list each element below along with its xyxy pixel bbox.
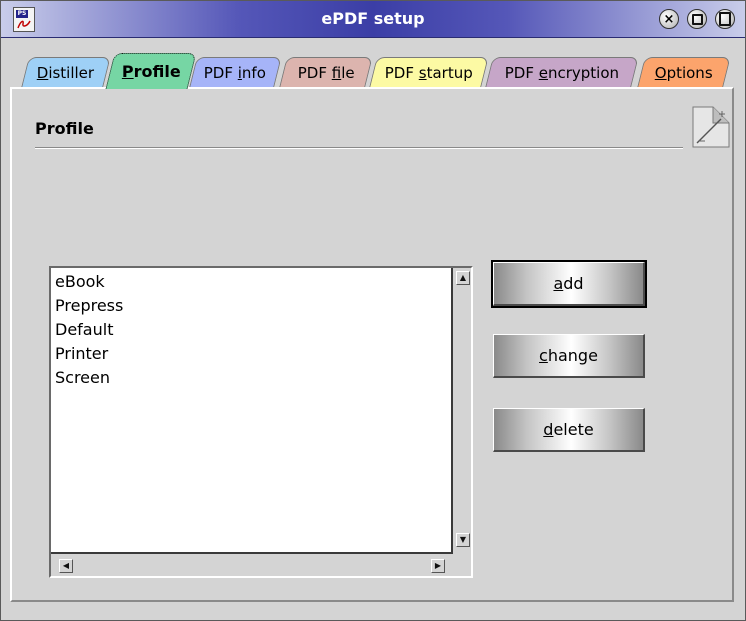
change-button-mnemonic: c <box>539 346 548 365</box>
tab-profile-mnemonic: P <box>121 62 134 81</box>
tab-pdf-file[interactable]: PDF file <box>279 57 373 87</box>
list-item[interactable]: Printer <box>55 344 108 364</box>
tab-options-label: ptions <box>666 63 713 82</box>
delete-button[interactable]: delete <box>493 408 645 452</box>
tab-pdf-encryption-prefix: PDF <box>504 63 539 82</box>
list-item[interactable]: Default <box>55 320 113 340</box>
title-divider <box>35 147 683 149</box>
tab-pdf-file-prefix: PDF <box>297 63 332 82</box>
change-button[interactable]: change <box>493 334 645 378</box>
tab-pdf-file-label: ile <box>340 63 355 82</box>
add-button[interactable]: add <box>491 260 647 308</box>
tab-profile-label: rofile <box>133 62 181 81</box>
tab-distiller[interactable]: Distiller <box>21 57 111 87</box>
scroll-down-icon[interactable]: ▼ <box>456 533 470 547</box>
vertical-scrollbar[interactable]: ▲ ▼ <box>455 268 471 554</box>
scroll-up-icon[interactable]: ▲ <box>456 271 470 285</box>
delete-button-mnemonic: d <box>543 420 554 439</box>
list-item[interactable]: Screen <box>55 368 110 388</box>
profile-list-content[interactable]: eBook Prepress Default Printer Screen <box>51 268 453 554</box>
window-title: ePDF setup <box>321 9 425 28</box>
tab-pdf-info-prefix: PDF <box>204 63 239 82</box>
tab-pdf-encryption-label: ncryption <box>547 63 620 82</box>
epdf-setup-window: PS ePDF setup × Distiller Profile PDF in… <box>0 0 746 621</box>
delete-button-label: elete <box>553 420 594 439</box>
tab-pdf-startup-mnemonic: s <box>418 63 427 82</box>
scroll-left-icon[interactable]: ◀ <box>59 559 73 573</box>
profile-list[interactable]: eBook Prepress Default Printer Screen ▲ … <box>49 266 473 578</box>
tab-pdf-encryption-mnemonic: e <box>538 63 548 82</box>
tab-pdf-startup-prefix: PDF <box>384 63 419 82</box>
tab-distiller-mnemonic: D <box>37 63 49 82</box>
tab-options[interactable]: Options <box>637 57 731 87</box>
page-title: Profile <box>35 119 94 138</box>
list-item[interactable]: Prepress <box>55 296 123 316</box>
scroll-right-icon[interactable]: ▶ <box>431 559 445 573</box>
title-bar[interactable]: PS ePDF setup × <box>1 1 745 38</box>
change-button-label: hange <box>547 346 598 365</box>
tab-pdf-file-mnemonic: f <box>331 63 341 82</box>
tab-pdf-info-label: nfo <box>242 63 267 82</box>
tab-pdf-encryption[interactable]: PDF encryption <box>485 57 639 87</box>
page-corner-icon[interactable] <box>691 105 731 149</box>
tab-pdf-startup[interactable]: PDF startup <box>369 57 489 87</box>
horizontal-scrollbar[interactable]: ◀ ▶ <box>51 556 453 576</box>
tab-pdf-info[interactable]: PDF info <box>189 57 282 87</box>
tab-pdf-startup-label: tartup <box>426 63 473 82</box>
minimize-icon[interactable] <box>687 9 707 29</box>
tab-profile[interactable]: Profile <box>105 53 197 89</box>
maximize-icon[interactable] <box>715 9 735 29</box>
tab-options-mnemonic: O <box>654 63 667 82</box>
add-button-mnemonic: a <box>553 274 564 293</box>
tab-distiller-label: istiller <box>48 63 95 82</box>
list-item[interactable]: eBook <box>55 272 105 292</box>
close-icon[interactable]: × <box>659 9 679 29</box>
add-button-label: dd <box>563 274 584 293</box>
